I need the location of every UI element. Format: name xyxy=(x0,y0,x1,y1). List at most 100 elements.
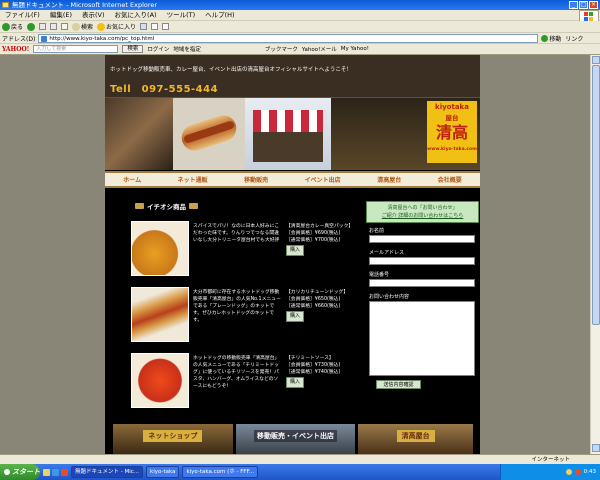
nav-yatai[interactable]: 清高屋台 xyxy=(377,175,401,184)
forward-button[interactable] xyxy=(27,22,36,31)
quicklaunch-icon[interactable] xyxy=(43,468,50,476)
refresh-icon[interactable] xyxy=(50,23,58,30)
standard-toolbar: 戻る 検索 お気に入り xyxy=(0,21,600,33)
nav-netshop[interactable]: ネット通販 xyxy=(178,175,208,184)
member-price: ［会員価格］¥730(税込) xyxy=(286,363,341,368)
go-button[interactable]: 移動 xyxy=(541,34,561,43)
stop-icon[interactable] xyxy=(39,23,47,30)
back-button[interactable]: 戻る xyxy=(2,22,23,31)
quicklaunch-icon[interactable] xyxy=(61,468,68,476)
nav-home[interactable]: ホーム xyxy=(123,175,141,184)
seal-icon xyxy=(135,203,144,209)
yahoo-login[interactable]: ログイン xyxy=(147,45,169,53)
yahoo-logo[interactable]: YAHOO! xyxy=(2,46,29,53)
print-icon[interactable] xyxy=(162,23,170,30)
taskbar: スタート 無題ドキュメント - Mic... kiyo-taka kiyo-ta… xyxy=(0,464,600,480)
yahoo-bookmark[interactable]: ブックマーク xyxy=(265,45,298,53)
go-label: 移動 xyxy=(549,35,562,43)
buy-button[interactable]: 購入 xyxy=(286,245,305,256)
email-field[interactable] xyxy=(369,257,475,265)
taskbar-item[interactable]: kiyo-taka.com (ホ - FFF... xyxy=(182,466,259,478)
banner-mobile-event[interactable]: 移動販売・イベント出店 xyxy=(235,424,356,454)
nav-events[interactable]: イベント出店 xyxy=(305,175,341,184)
tray-icon[interactable] xyxy=(565,469,572,475)
menu-favorites[interactable]: お気に入り(A) xyxy=(110,10,162,20)
minimize-button[interactable]: _ xyxy=(569,1,578,9)
banner-yatai[interactable]: 清高屋台 xyxy=(358,424,473,454)
name-label: お名前 xyxy=(369,228,385,234)
curry-image[interactable] xyxy=(131,221,189,276)
product-price: 【カリカリチューンドッグ】 ［会員価格］¥650(税込) ［通常価格］¥660(… xyxy=(286,289,366,322)
banner-netshop[interactable]: ネットショップ xyxy=(113,424,233,454)
start-label: スタート xyxy=(12,468,40,476)
window-title: 無題ドキュメント - Microsoft Internet Explorer xyxy=(12,1,158,9)
contact-link[interactable]: ご紹介 詳細のお問い合わせはこちら xyxy=(367,212,478,220)
vertical-scrollbar[interactable] xyxy=(590,55,600,454)
menu-tools[interactable]: ツール(T) xyxy=(162,10,201,20)
yahoo-search-input[interactable]: 入力して検索 xyxy=(33,45,119,53)
regular-price: ［通常価格］¥740(税込) xyxy=(286,370,341,375)
yahoo-region[interactable]: 地域を指定 xyxy=(173,45,201,53)
start-button[interactable]: スタート xyxy=(0,464,40,480)
magnifier-icon xyxy=(72,22,81,31)
menu-bar: ファイル(F) 編集(E) 表示(V) お気に入り(A) ツール(T) ヘルプ(… xyxy=(0,10,600,21)
scroll-down-icon[interactable] xyxy=(592,444,600,452)
yahoo-my[interactable]: My Yahoo! xyxy=(341,46,369,52)
product-item: 大分市都町に存在するホットドッグ移動販売車「清高屋台」の人気No.1メニューであ… xyxy=(131,287,361,344)
search-label: 検索 xyxy=(81,24,94,31)
submit-button[interactable]: 送信内容確認 xyxy=(376,380,421,389)
nav-company[interactable]: 会社概要 xyxy=(438,175,462,184)
featured-title: イチオシ商品 xyxy=(147,203,186,211)
menu-edit[interactable]: 編集(E) xyxy=(45,10,77,20)
status-bar: インターネット xyxy=(0,454,600,464)
quick-launch xyxy=(43,468,68,476)
regular-price: ［通常価格］¥660(税込) xyxy=(286,304,341,309)
yahoo-mail[interactable]: Yahoo!メール xyxy=(302,45,337,53)
name-field[interactable] xyxy=(369,235,475,243)
star-icon xyxy=(97,22,106,31)
go-arrow-icon xyxy=(541,34,549,42)
mail-icon[interactable] xyxy=(151,23,159,30)
email-label: メールアドレス xyxy=(369,250,405,256)
quicklaunch-icon[interactable] xyxy=(52,468,59,476)
ie-window-icon xyxy=(2,2,9,8)
taskbar-item[interactable]: kiyo-taka xyxy=(146,466,180,478)
search-button[interactable]: 検索 xyxy=(72,22,93,31)
kiyotaka-logo[interactable]: kiyotaka 屋台 清高 www.kiyo-taka.com xyxy=(427,101,477,163)
taskbar-item[interactable]: 無題ドキュメント - Mic... xyxy=(71,466,144,478)
phone-field[interactable] xyxy=(369,279,475,287)
hotdog-image[interactable] xyxy=(131,287,189,342)
tray-icon[interactable] xyxy=(574,469,581,475)
message-textarea[interactable] xyxy=(369,301,475,376)
links-label[interactable]: リンク xyxy=(565,34,583,43)
maximize-button[interactable]: □ xyxy=(579,1,588,9)
nav-mobile-sales[interactable]: 移動販売 xyxy=(244,175,268,184)
menu-help[interactable]: ヘルプ(H) xyxy=(200,10,239,20)
favorites-button[interactable]: お気に入り xyxy=(97,22,136,31)
contact-sidebar: 清高屋台への「お問い合わせ」 ご紹介 詳細のお問い合わせはこちら お名前 メール… xyxy=(366,201,479,401)
phone-number: Tell 097-555-444 xyxy=(110,84,219,95)
logo-text-kiyotaka: 清高 xyxy=(435,123,468,142)
address-input[interactable]: http://www.kiyo-taka.com/pc_top.html xyxy=(38,33,539,43)
banner-netshop-label: ネットショップ xyxy=(143,430,203,442)
yahoo-search-button[interactable]: 検索 xyxy=(122,45,144,53)
buy-button[interactable]: 購入 xyxy=(286,311,305,322)
scroll-thumb[interactable] xyxy=(592,65,600,325)
product-price: 【チリミートソース】 ［会員価格］¥730(税込) ［通常価格］¥740(税込)… xyxy=(286,355,366,388)
contact-title: 清高屋台への「お問い合わせ」 xyxy=(387,205,458,211)
buy-button[interactable]: 購入 xyxy=(286,377,305,388)
banner-mobile-event-label: 移動販売・イベント出店 xyxy=(253,430,337,442)
contact-heading: 清高屋台への「お問い合わせ」 ご紹介 詳細のお問い合わせはこちら xyxy=(366,201,479,223)
scroll-up-icon[interactable] xyxy=(592,56,600,64)
clock[interactable]: 0:43 xyxy=(584,469,596,475)
history-icon[interactable] xyxy=(140,23,148,30)
message-label: お問い合わせ内容 xyxy=(369,294,410,300)
yahoo-toolbar: YAHOO! 入力して検索 検索 ログイン 地域を指定 ブックマーク Yahoo… xyxy=(0,44,600,55)
menu-file[interactable]: ファイル(F) xyxy=(0,10,45,20)
product-desc: ホットドッグの移動販売車「清高屋台」の人気メニューである「チリミートドッグ」に使… xyxy=(193,356,280,389)
close-button[interactable]: × xyxy=(589,1,598,9)
menu-view[interactable]: 表示(V) xyxy=(77,10,110,20)
window-titlebar: 無題ドキュメント - Microsoft Internet Explorer _… xyxy=(0,0,600,10)
chili-sauce-image[interactable] xyxy=(131,353,189,408)
home-icon[interactable] xyxy=(61,23,69,30)
